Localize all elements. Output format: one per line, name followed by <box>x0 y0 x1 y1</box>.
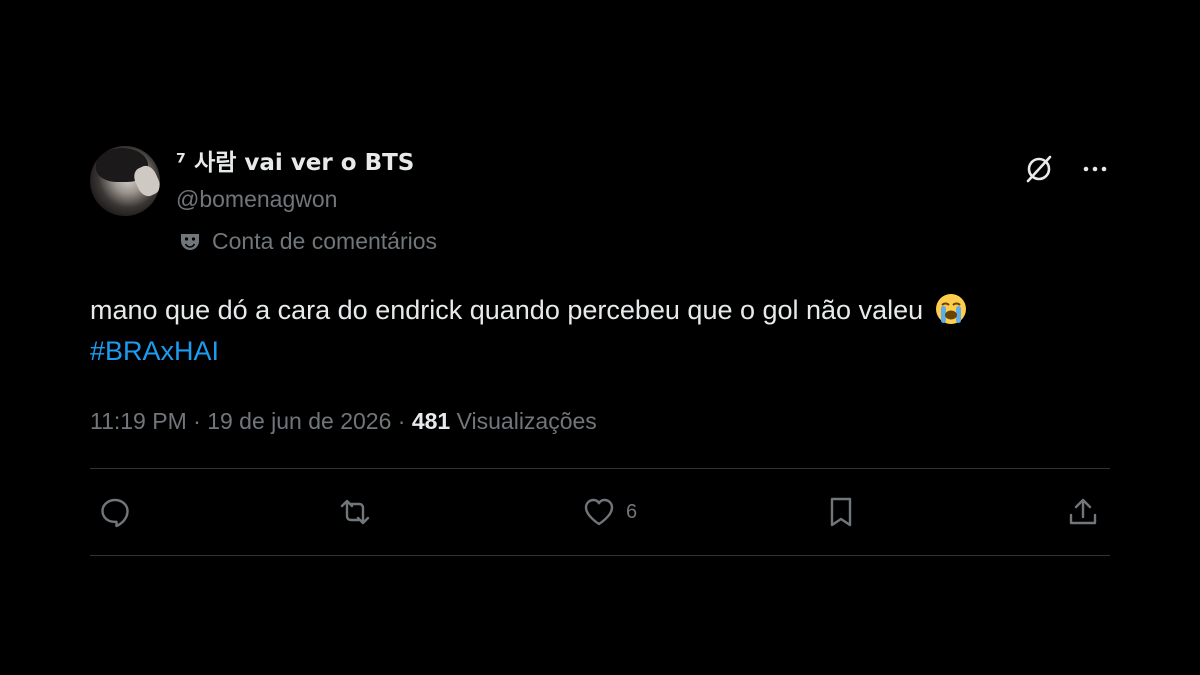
like-button[interactable]: 6 <box>582 495 637 529</box>
parody-account-label: Conta de comentários <box>178 228 437 255</box>
tweet-top-actions <box>1024 154 1110 184</box>
views-label: Visualizações <box>456 408 597 434</box>
tweet-header: ⁷ 사람 vai ver o BTS @bomenagwon Conta de … <box>90 140 1110 260</box>
more-icon[interactable] <box>1080 154 1110 184</box>
share-button[interactable] <box>1066 495 1100 529</box>
author-handle[interactable]: @bomenagwon <box>176 184 414 214</box>
divider-bottom <box>90 555 1110 556</box>
bookmark-button[interactable] <box>824 495 858 529</box>
meta-separator-2: · <box>397 408 406 434</box>
reply-button[interactable] <box>98 495 132 529</box>
tweet-date[interactable]: 19 de jun de 2026 <box>207 408 391 434</box>
retweet-button[interactable] <box>338 495 372 529</box>
like-count: 6 <box>626 500 638 523</box>
retweet-icon <box>340 499 370 525</box>
views-count: 481 <box>411 408 451 434</box>
tweet: ⁷ 사람 vai ver o BTS @bomenagwon Conta de … <box>90 140 1110 556</box>
tweet-text: mano que dó a cara do endrick quando per… <box>90 290 1110 372</box>
bookmark-icon <box>830 497 852 527</box>
share-icon <box>1069 498 1097 525</box>
author-info: ⁷ 사람 vai ver o BTS @bomenagwon <box>176 148 414 214</box>
reply-icon <box>101 498 129 528</box>
hashtag-link[interactable]: #BRAxHAI <box>90 336 219 366</box>
tweet-meta: 11:19 PM · 19 de jun de 2026 · 481 Visua… <box>90 406 1110 436</box>
loudly-crying-face-icon <box>935 294 966 324</box>
theater-mask-icon <box>181 233 199 250</box>
tweet-text-content: mano que dó a cara do endrick quando per… <box>90 295 924 325</box>
heart-icon <box>584 498 614 526</box>
author-display-name[interactable]: ⁷ 사람 vai ver o BTS <box>176 148 414 178</box>
meta-separator: · <box>193 408 201 434</box>
tweet-time[interactable]: 11:19 PM <box>90 408 187 434</box>
tweet-action-bar: 6 <box>90 469 1110 555</box>
parody-label-text: Conta de comentários <box>212 228 438 254</box>
avatar[interactable] <box>90 146 160 216</box>
grok-icon[interactable] <box>1024 154 1054 184</box>
